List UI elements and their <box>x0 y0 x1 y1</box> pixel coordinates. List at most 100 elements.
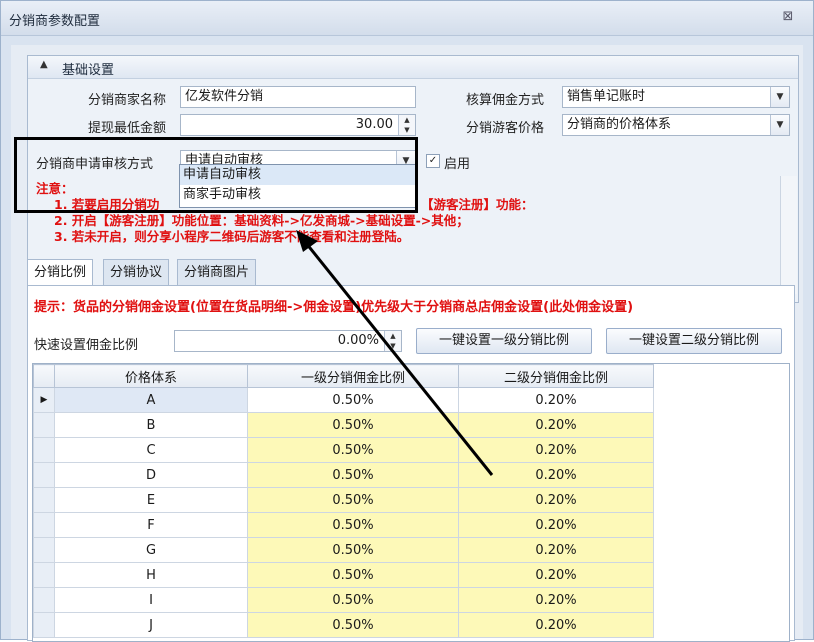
level1-ratio-cell[interactable]: 0.50% <box>247 612 459 638</box>
commission-grid: 价格体系 一级分销佣金比例 二级分销佣金比例 ▶ A 0.50% 0.20% B 0.50… <box>32 363 790 642</box>
price-system-cell[interactable]: F <box>54 512 248 538</box>
level2-ratio-cell[interactable]: 0.20% <box>458 412 654 438</box>
row-indicator[interactable] <box>33 412 55 438</box>
merchant-name-value: 亿发软件分销 <box>185 89 264 104</box>
level2-ratio-cell[interactable]: 0.20% <box>458 387 654 413</box>
price-system-cell[interactable]: E <box>54 487 248 513</box>
level2-ratio-cell[interactable]: 0.20% <box>458 587 654 613</box>
level1-ratio-cell[interactable]: 0.50% <box>247 512 459 538</box>
level1-ratio-cell[interactable]: 0.50% <box>247 412 459 438</box>
spin-down-icon[interactable]: ▼ <box>404 126 409 134</box>
table-row[interactable]: C 0.50% 0.20% <box>33 437 654 463</box>
min-withdraw-label: 提现最低金额 <box>88 121 167 136</box>
col-level2[interactable]: 二级分销佣金比例 <box>458 364 654 388</box>
price-system-cell[interactable]: C <box>54 437 248 463</box>
spin-button-icon[interactable]: ▲ ▼ <box>384 331 401 351</box>
table-row[interactable]: B 0.50% 0.20% <box>33 412 654 438</box>
row-indicator[interactable] <box>33 587 55 613</box>
price-system-cell[interactable]: D <box>54 462 248 488</box>
price-system-cell[interactable]: A <box>54 387 248 413</box>
annotation-box <box>14 137 418 213</box>
tab-images[interactable]: 分销商图片 <box>177 259 257 285</box>
commission-calc-value: 销售单记账时 <box>567 89 646 104</box>
row-indicator[interactable] <box>33 612 55 638</box>
level2-ratio-cell[interactable]: 0.20% <box>458 462 654 488</box>
price-system-cell[interactable]: J <box>54 612 248 638</box>
row-indicator-header <box>33 364 55 388</box>
row-indicator[interactable] <box>33 512 55 538</box>
notes-scrollbar[interactable] <box>780 176 797 294</box>
guest-price-label: 分销游客价格 <box>466 121 545 136</box>
level2-ratio-cell[interactable]: 0.20% <box>458 612 654 638</box>
enable-checkbox[interactable]: ✓ <box>426 154 440 168</box>
enable-label: 启用 <box>444 157 471 172</box>
basic-settings-title: 基础设置 <box>62 63 115 78</box>
commission-calc-label: 核算佣金方式 <box>466 93 545 108</box>
spin-down-icon[interactable]: ▼ <box>390 342 395 350</box>
table-row[interactable]: D 0.50% 0.20% <box>33 462 654 488</box>
set-level2-button[interactable]: 一键设置二级分销比例 <box>606 328 782 354</box>
level1-ratio-cell[interactable]: 0.50% <box>247 462 459 488</box>
price-system-cell[interactable]: G <box>54 537 248 563</box>
close-icon[interactable]: ⊠ <box>779 9 797 25</box>
level1-ratio-cell[interactable]: 0.50% <box>247 537 459 563</box>
guest-price-value: 分销商的价格体系 <box>567 117 672 132</box>
level1-ratio-cell[interactable]: 0.50% <box>247 487 459 513</box>
tip-text: 提示：货品的分销佣金设置(位置在货品明细->佣金设置)优先级大于分销商总店佣金设… <box>34 300 634 315</box>
table-row[interactable]: E 0.50% 0.20% <box>33 487 654 513</box>
merchant-name-label: 分销商家名称 <box>88 93 167 108</box>
level2-ratio-cell[interactable]: 0.20% <box>458 437 654 463</box>
table-row[interactable]: I 0.50% 0.20% <box>33 587 654 613</box>
row-indicator[interactable] <box>33 487 55 513</box>
col-price-system[interactable]: 价格体系 <box>54 364 248 388</box>
spin-up-icon[interactable]: ▲ <box>404 116 409 124</box>
level2-ratio-cell[interactable]: 0.20% <box>458 512 654 538</box>
table-row[interactable]: F 0.50% 0.20% <box>33 512 654 538</box>
price-system-cell[interactable]: I <box>54 587 248 613</box>
level2-ratio-cell[interactable]: 0.20% <box>458 537 654 563</box>
min-withdraw-value: 30.00 <box>355 117 393 132</box>
commission-panel: 提示：货品的分销佣金设置(位置在货品明细->佣金设置)优先级大于分销商总店佣金设… <box>27 285 795 642</box>
grid-body: ▶ A 0.50% 0.20% B 0.50% 0.20% C 0.50% 0.20% D 0.50%… <box>33 387 654 638</box>
quick-ratio-value: 0.00% <box>337 333 379 348</box>
spin-button-icon[interactable]: ▲ ▼ <box>398 115 415 135</box>
commission-table: 价格体系 一级分销佣金比例 二级分销佣金比例 ▶ A 0.50% 0.20% B 0.50… <box>33 364 654 638</box>
min-withdraw-input[interactable]: 30.00 ▲ ▼ <box>180 114 416 136</box>
level1-ratio-cell[interactable]: 0.50% <box>247 587 459 613</box>
set-level1-button[interactable]: 一键设置一级分销比例 <box>416 328 592 354</box>
level1-ratio-cell[interactable]: 0.50% <box>247 387 459 413</box>
table-row[interactable]: G 0.50% 0.20% <box>33 537 654 563</box>
table-row[interactable]: ▶ A 0.50% 0.20% <box>33 387 654 413</box>
window-title: 分销商参数配置 <box>9 14 101 29</box>
chevron-down-icon[interactable]: ▼ <box>770 87 789 107</box>
title-bar: 分销商参数配置 ⊠ <box>1 1 813 36</box>
level2-ratio-cell[interactable]: 0.20% <box>458 487 654 513</box>
dialog-body: ▲ 基础设置 分销商家名称 亿发软件分销 核算佣金方式 销售单记账时 ▼ 提现最… <box>11 45 803 642</box>
row-indicator[interactable] <box>33 562 55 588</box>
chevron-down-icon[interactable]: ▼ <box>770 115 789 135</box>
col-level1[interactable]: 一级分销佣金比例 <box>247 364 459 388</box>
table-row[interactable]: J 0.50% 0.20% <box>33 612 654 638</box>
row-indicator[interactable] <box>33 437 55 463</box>
row-indicator[interactable] <box>33 462 55 488</box>
table-row[interactable]: H 0.50% 0.20% <box>33 562 654 588</box>
grid-header-row: 价格体系 一级分销佣金比例 二级分销佣金比例 <box>33 364 654 388</box>
commission-calc-select[interactable]: 销售单记账时 ▼ <box>562 86 790 108</box>
tab-commission-ratio[interactable]: 分销比例 <box>27 259 94 286</box>
collapse-icon[interactable]: ▲ <box>40 59 48 70</box>
tab-agreement[interactable]: 分销协议 <box>103 259 170 285</box>
level2-ratio-cell[interactable]: 0.20% <box>458 562 654 588</box>
row-indicator[interactable] <box>33 537 55 563</box>
row-indicator[interactable]: ▶ <box>33 387 55 413</box>
quick-ratio-input[interactable]: 0.00% ▲ ▼ <box>174 330 402 352</box>
guest-price-select[interactable]: 分销商的价格体系 ▼ <box>562 114 790 136</box>
level1-ratio-cell[interactable]: 0.50% <box>247 562 459 588</box>
level1-ratio-cell[interactable]: 0.50% <box>247 437 459 463</box>
basic-settings-header[interactable]: ▲ 基础设置 <box>28 56 798 79</box>
dialog-window: 分销商参数配置 ⊠ ▲ 基础设置 分销商家名称 亿发软件分销 核算佣金方式 销售… <box>0 0 814 642</box>
spin-up-icon[interactable]: ▲ <box>390 332 395 340</box>
price-system-cell[interactable]: B <box>54 412 248 438</box>
price-system-cell[interactable]: H <box>54 562 248 588</box>
quick-ratio-label: 快速设置佣金比例 <box>34 338 139 353</box>
merchant-name-input[interactable]: 亿发软件分销 <box>180 86 416 108</box>
